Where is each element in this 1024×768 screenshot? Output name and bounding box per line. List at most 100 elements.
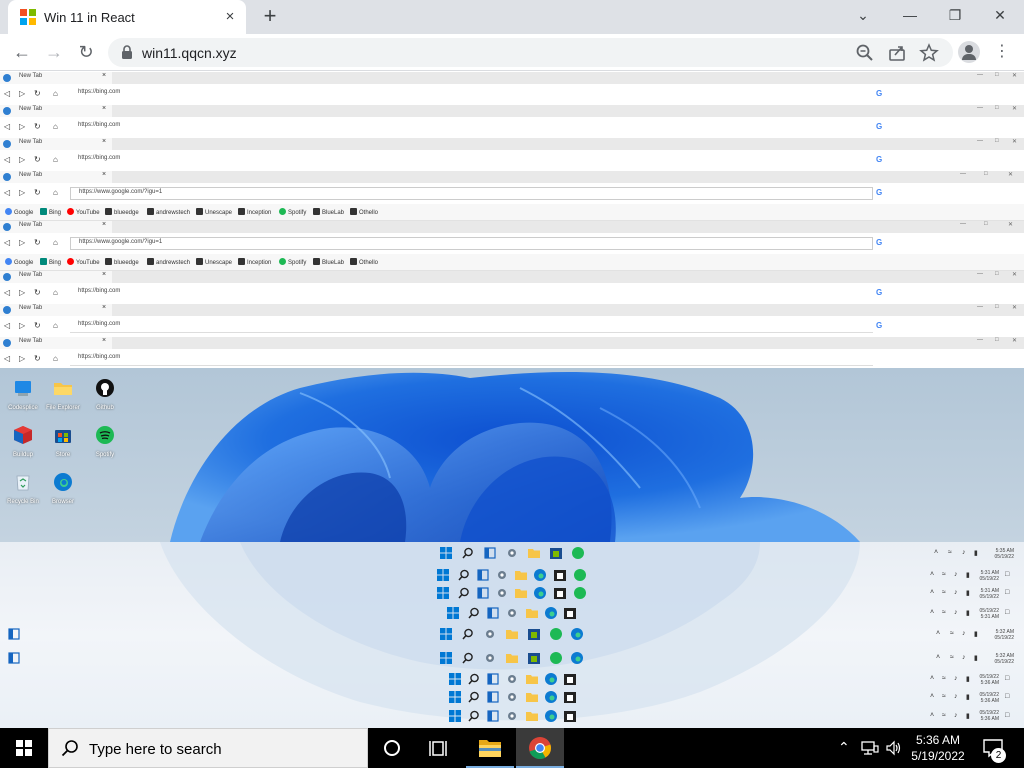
notification-icon[interactable]: □	[1005, 693, 1009, 700]
nested-close-icon[interactable]: ✕	[1012, 271, 1017, 278]
volume-icon[interactable]: ♪	[954, 609, 958, 616]
start-icon[interactable]	[437, 587, 449, 599]
notification-icon[interactable]: □	[1005, 571, 1009, 578]
network-icon[interactable]	[861, 740, 879, 756]
settings-icon[interactable]	[506, 710, 518, 722]
store-icon[interactable]	[528, 652, 540, 664]
store-icon[interactable]	[564, 673, 576, 685]
tray-chevron-icon[interactable]: ⌃	[838, 739, 850, 756]
nested-back-icon[interactable]: ◁	[4, 89, 10, 98]
wifi-icon[interactable]: ≈	[942, 571, 946, 578]
nested-tab[interactable]: New Tab ×	[0, 72, 112, 84]
settings-icon[interactable]	[506, 607, 518, 619]
browser-tab[interactable]: Win 11 in React ×	[8, 0, 246, 34]
nested-url-input[interactable]: https://bing.com	[70, 287, 873, 300]
nested-tab-close-icon[interactable]: ×	[102, 171, 106, 178]
spotify-icon[interactable]	[574, 569, 586, 581]
folder-icon[interactable]	[526, 710, 538, 722]
chrome-taskbar-button[interactable]	[516, 728, 564, 768]
nested-close-icon[interactable]: ✕	[1012, 105, 1017, 112]
folder-icon[interactable]	[528, 547, 540, 559]
start-icon[interactable]	[449, 691, 461, 703]
start-icon[interactable]	[440, 547, 452, 559]
close-window-button[interactable]: ✕	[988, 4, 1012, 26]
nested-tab-close-icon[interactable]: ×	[102, 105, 106, 112]
search-icon[interactable]	[468, 710, 480, 722]
battery-icon[interactable]: ▮	[966, 712, 970, 720]
widgets-icon[interactable]	[8, 628, 20, 640]
nested-minimize-icon[interactable]: —	[977, 72, 983, 78]
taskbar-search-input[interactable]: Type here to search	[48, 728, 368, 768]
battery-icon[interactable]: ▮	[974, 654, 978, 662]
forward-arrow-icon[interactable]: →	[42, 41, 66, 63]
nested-close-icon[interactable]: ✕	[1008, 221, 1013, 228]
nested-reload-icon[interactable]: ↻	[34, 155, 41, 164]
store-icon[interactable]	[564, 710, 576, 722]
restore-button[interactable]: ❐	[943, 4, 967, 26]
tray-chevron-icon[interactable]: ˄	[930, 712, 934, 719]
nested-maximize-icon[interactable]: □	[995, 337, 999, 343]
nested-close-icon[interactable]: ✕	[1012, 337, 1017, 344]
search-icon[interactable]	[468, 691, 480, 703]
nested-forward-icon[interactable]: ▷	[19, 122, 25, 131]
nested-back-icon[interactable]: ◁	[4, 238, 10, 247]
tray-chevron-icon[interactable]: ˄	[934, 549, 938, 556]
folder-icon[interactable]	[506, 652, 518, 664]
tray-clock[interactable]: 5:35 AM 05/19/22	[986, 548, 1014, 560]
bookmark-bluelab[interactable]: BlueLab	[313, 258, 344, 266]
widgets-icon[interactable]	[487, 710, 499, 722]
settings-icon[interactable]	[506, 673, 518, 685]
zoom-icon[interactable]	[854, 42, 876, 64]
volume-icon[interactable]: ♪	[954, 589, 958, 596]
tray-clock[interactable]: 5:32 AM 05/19/22	[986, 629, 1014, 641]
edge-icon[interactable]	[534, 569, 546, 581]
nested-home-icon[interactable]: ⌂	[53, 354, 58, 363]
nested-url-input[interactable]: https://bing.com	[70, 353, 873, 366]
bookmark-inception[interactable]: Inception	[238, 208, 271, 216]
folder-icon[interactable]	[506, 628, 518, 640]
nested-minimize-icon[interactable]: —	[977, 304, 983, 310]
nested-close-icon[interactable]: ✕	[1012, 304, 1017, 311]
bookmark-andrewstech[interactable]: andrewstech	[147, 208, 190, 216]
settings-icon[interactable]	[506, 691, 518, 703]
share-icon[interactable]	[886, 42, 908, 64]
nested-maximize-icon[interactable]: □	[995, 105, 999, 111]
desktop-icon-spotify[interactable]: Spotify	[82, 423, 128, 467]
nested-close-icon[interactable]: ✕	[1012, 138, 1017, 145]
nested-close-icon[interactable]: ✕	[1012, 72, 1017, 79]
nested-url-input[interactable]: https://www.google.com/?igu=1	[70, 237, 873, 250]
wifi-icon[interactable]: ≈	[950, 654, 954, 661]
nested-tab[interactable]: New Tab ×	[0, 138, 112, 150]
volume-icon[interactable]: ♪	[962, 549, 966, 556]
nested-forward-icon[interactable]: ▷	[19, 188, 25, 197]
settings-icon[interactable]	[484, 628, 496, 640]
nested-home-icon[interactable]: ⌂	[53, 288, 58, 297]
tray-clock[interactable]: 5:31 AM 05/19/22	[973, 570, 999, 582]
wifi-icon[interactable]: ≈	[942, 589, 946, 596]
spotify-icon[interactable]	[550, 628, 562, 640]
bookmark-unescape[interactable]: Unescape	[196, 208, 232, 216]
file-explorer-button[interactable]	[466, 728, 514, 768]
bookmark-othello[interactable]: Othello	[350, 208, 378, 216]
settings-icon[interactable]	[484, 652, 496, 664]
nested-tab[interactable]: New Tab ×	[0, 304, 112, 316]
tab-close-icon[interactable]: ×	[222, 9, 238, 25]
nested-back-icon[interactable]: ◁	[4, 321, 10, 330]
desktop-icon-github[interactable]: Github	[82, 376, 128, 420]
tray-chevron-icon[interactable]: ˄	[930, 609, 934, 616]
edge-icon[interactable]	[545, 710, 557, 722]
volume-icon[interactable]: ♪	[954, 712, 958, 719]
settings-icon[interactable]	[496, 587, 508, 599]
nested-home-icon[interactable]: ⌂	[53, 238, 58, 247]
nested-reload-icon[interactable]: ↻	[34, 354, 41, 363]
volume-icon[interactable]: ♪	[962, 630, 966, 637]
nested-tab-close-icon[interactable]: ×	[102, 221, 106, 228]
bookmark-google[interactable]: Google	[5, 258, 33, 266]
folder-icon[interactable]	[515, 587, 527, 599]
bookmark-inception[interactable]: Inception	[238, 258, 271, 266]
search-icon[interactable]	[468, 673, 480, 685]
search-icon[interactable]	[462, 547, 474, 559]
settings-icon[interactable]	[506, 547, 518, 559]
widgets-icon[interactable]	[477, 587, 489, 599]
edge-icon[interactable]	[571, 652, 583, 664]
